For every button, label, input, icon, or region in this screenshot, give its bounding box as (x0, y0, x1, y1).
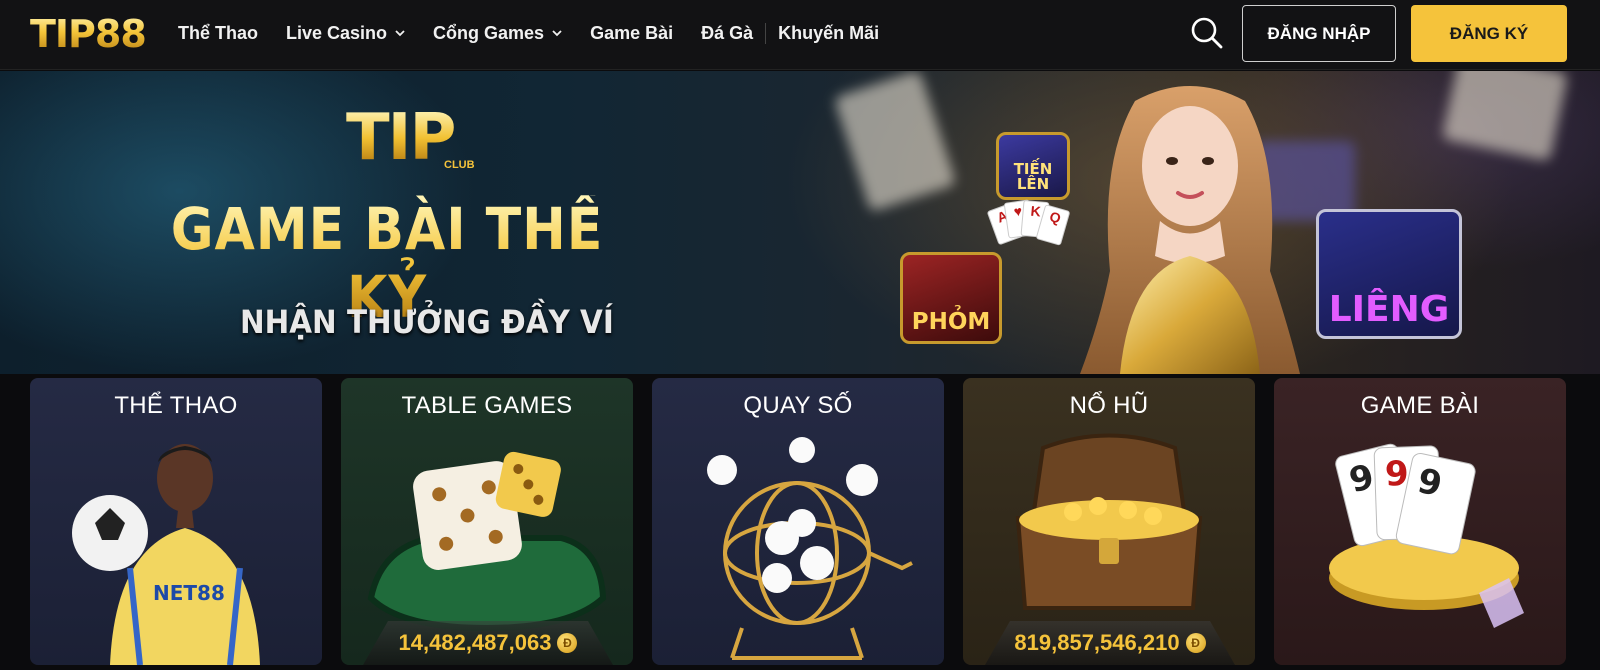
svg-text:9: 9 (1384, 454, 1409, 495)
category-card-quay-so[interactable]: QUAY SỐ (652, 378, 944, 665)
search-icon[interactable] (1190, 16, 1224, 50)
soccer-player-illustration: NET88 (72, 444, 260, 665)
blurred-card-decor (1441, 71, 1569, 162)
svg-text:NET88: NET88 (153, 581, 225, 605)
category-card-table-games[interactable]: TABLE GAMES 14,482,487,063 Đ (341, 378, 633, 665)
nav-item-game-bai[interactable]: Game Bài (590, 23, 673, 44)
lottery-cage-illustration (707, 437, 913, 660)
category-card-no-hu[interactable]: NỔ HŨ 819,857,546,210 Đ (963, 378, 1255, 665)
main-nav: Thể Thao Live Casino Cổng Games Game Bài… (178, 0, 907, 66)
coin-icon: Đ (557, 633, 578, 653)
category-title: QUAY SỐ (743, 392, 853, 419)
hero-banner[interactable]: TIP CLUB GAME BÀI THẾ KỶ NHẬN THƯỞNG ĐẦY… (0, 71, 1600, 374)
coin-icon: Đ (1185, 633, 1206, 653)
category-title: NỔ HŨ (1069, 392, 1149, 419)
tile-phom: PHỎM (900, 252, 1002, 344)
chevron-down-icon (552, 30, 562, 37)
nav-item-khuyen-mai[interactable]: Khuyến Mãi (765, 22, 879, 44)
jackpot-counter: 14,482,487,063 Đ (363, 621, 613, 665)
banner-subtitle: NHẬN THƯỞNG ĐẦY VÍ (240, 303, 614, 341)
category-title: GAME BÀI (1360, 392, 1480, 419)
category-card-the-thao[interactable]: THỂ THAO NET88 (30, 378, 322, 665)
cards-chip-illustration: 9 9 9 (1329, 443, 1524, 628)
category-card-game-bai[interactable]: GAME BÀI 9 9 9 (1274, 378, 1566, 665)
nav-item-da-ga[interactable]: Đá Gà (701, 23, 753, 44)
login-button[interactable]: ĐĂNG NHẬP (1242, 5, 1396, 62)
category-title: TABLE GAMES (401, 392, 573, 419)
chevron-down-icon (395, 30, 405, 37)
jackpot-counter: 819,857,546,210 Đ (985, 621, 1235, 665)
nav-item-the-thao[interactable]: Thể Thao (178, 23, 258, 44)
register-button[interactable]: ĐĂNG KÝ (1411, 5, 1567, 62)
category-title: THỂ THAO (114, 392, 238, 419)
nav-item-cong-games[interactable]: Cổng Games (433, 23, 562, 44)
top-header: TIP88 Thể Thao Live Casino Cổng Games Ga… (0, 0, 1600, 70)
blurred-card-decor (833, 71, 957, 212)
category-grid: THỂ THAO NET88 TABLE GAMES 14,482,487,06… (30, 378, 1570, 665)
tip-club-label: CLUB (444, 159, 475, 171)
site-logo[interactable]: TIP88 (30, 12, 147, 56)
tip-club-logo: TIP (346, 101, 456, 175)
model-illustration (1080, 86, 1300, 374)
nav-item-live-casino[interactable]: Live Casino (286, 23, 405, 44)
